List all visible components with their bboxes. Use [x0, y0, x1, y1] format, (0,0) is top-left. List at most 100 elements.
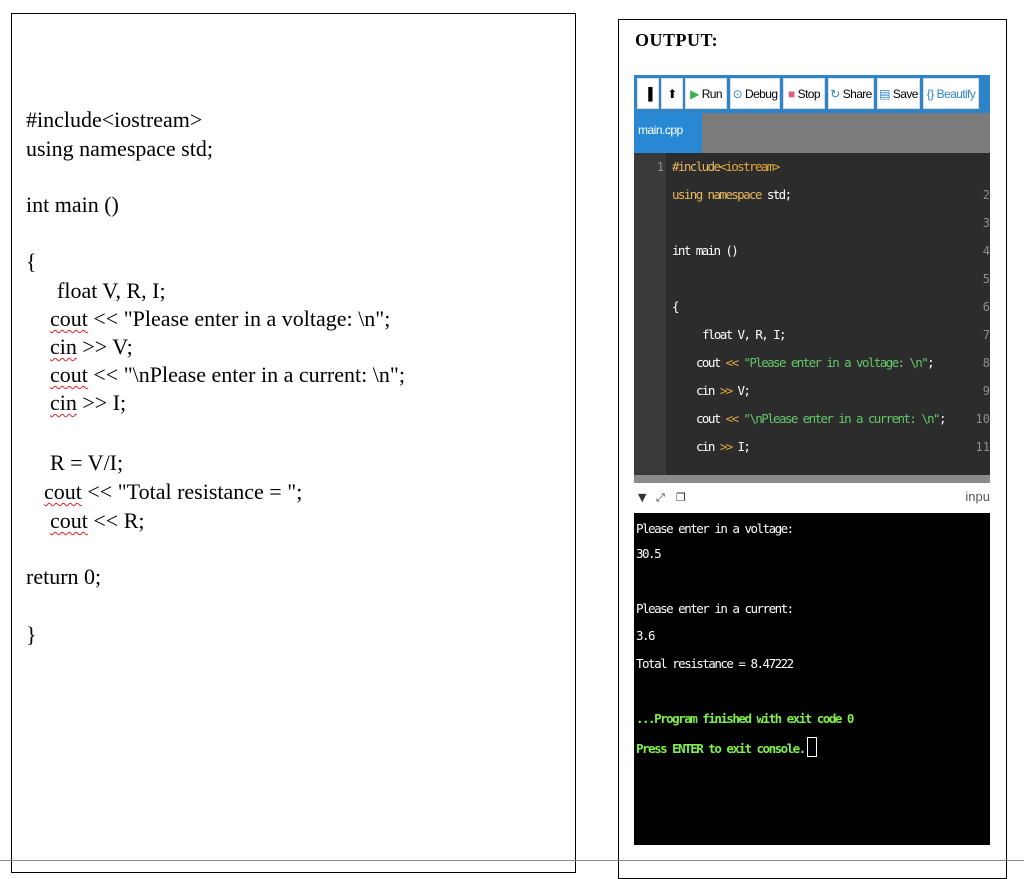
editor-line: 7 float V, R, I;	[634, 321, 990, 349]
editor-line: 2 using namespace std;	[634, 181, 990, 209]
code-string: "Please enter in a voltage: \n"	[737, 355, 928, 370]
line-number: 10	[975, 412, 990, 426]
code-line-cout-current: cout << "\nPlease enter in a current: \n…	[50, 362, 405, 387]
save-label: Save	[892, 86, 919, 101]
line-number: 4	[982, 244, 990, 258]
line-number: 2	[982, 188, 990, 202]
code-text: cin	[696, 383, 720, 398]
editor-line: 1 #include<iostream>	[634, 153, 990, 181]
code-editor[interactable]: 1 #include<iostream> 2 using namespace s…	[634, 153, 990, 479]
spellcheck-token: cout	[50, 508, 88, 533]
copy-icon[interactable]: ❐	[676, 491, 686, 504]
editor-line: 11 cin >> I;	[634, 433, 990, 461]
console-voltage-value: 30.5	[636, 546, 662, 561]
online-ide-screenshot: ▐ ⬆ ▶ Run ⊙ Debug ■ Stop ↻ Share ▤ Save …	[634, 75, 990, 845]
editor-line: 4 int main ()	[634, 237, 990, 265]
page-bottom-rule	[0, 860, 1024, 861]
editor-line: 9 cin >> V;	[634, 377, 990, 405]
stop-button[interactable]: ■ Stop	[783, 78, 825, 109]
spellcheck-token: cin	[50, 390, 77, 415]
code-text: std;	[760, 187, 792, 202]
code-operator: >>	[719, 383, 733, 398]
stop-label: Stop	[797, 86, 821, 101]
editor-line: 6 {	[634, 293, 990, 321]
code-header: <iostream>	[719, 159, 780, 174]
stop-icon: ■	[788, 86, 795, 101]
console-finished: ...Program finished with exit code 0	[636, 711, 854, 726]
code-line-return: return 0;	[26, 564, 102, 589]
console-prompt-voltage: Please enter in a voltage:	[636, 521, 794, 536]
share-button[interactable]: ↻ Share	[828, 78, 874, 109]
line-number: 1	[656, 160, 664, 174]
code-operator: >>	[719, 439, 733, 454]
code-text: ;	[938, 411, 947, 426]
code-line-cout-voltage: cout << "Please enter in a voltage: \n";	[50, 306, 391, 331]
editor-line: 8 cout << "Please enter in a voltage: \n…	[634, 349, 990, 377]
console-exit-prompt: Press ENTER to exit console.	[636, 741, 806, 756]
text-cursor	[806, 737, 817, 757]
new-file-button[interactable]: ▐	[637, 78, 659, 109]
code-line-namespace: using namespace std;	[26, 136, 213, 161]
upload-icon: ⬆	[667, 86, 677, 101]
code-text: cin	[696, 439, 720, 454]
code-line-declare: float V, R, I;	[57, 278, 166, 303]
ide-toolbar: ▐ ⬆ ▶ Run ⊙ Debug ■ Stop ↻ Share ▤ Save …	[634, 75, 990, 113]
code-line-include: #include<iostream>	[26, 107, 203, 132]
spellcheck-token: cout	[50, 362, 88, 387]
debug-label: Debug	[745, 86, 778, 101]
console-result: Total resistance = 8.47222	[636, 656, 794, 671]
console-prompt-current: Please enter in a current:	[636, 601, 794, 616]
output-panel: OUTPUT: ▐ ⬆ ▶ Run ⊙ Debug ■ Stop ↻ Share…	[618, 19, 1007, 879]
code-text: int main ()	[672, 243, 739, 258]
debug-button[interactable]: ⊙ Debug	[730, 78, 780, 109]
console-exit-line: Press ENTER to exit console.	[636, 737, 817, 759]
save-button[interactable]: ▤ Save	[877, 78, 920, 109]
code-operator: <<	[725, 411, 739, 426]
upload-button[interactable]: ⬆	[661, 78, 683, 109]
code-text: V;	[731, 383, 750, 398]
play-icon: ▶	[690, 86, 699, 101]
line-number: 8	[982, 356, 990, 370]
line-number: 5	[982, 272, 990, 286]
console-current-value: 3.6	[636, 628, 656, 643]
code-text: cout	[696, 355, 726, 370]
save-icon: ▤	[879, 86, 890, 101]
editor-line: 5	[634, 265, 990, 293]
code-operator: <<	[725, 355, 739, 370]
spellcheck-token: cout	[44, 479, 82, 504]
tab-main-cpp[interactable]: main.cpp	[634, 113, 702, 153]
code-line-open-brace: {	[26, 249, 37, 274]
editor-line: 3	[634, 209, 990, 237]
code-keyword: #include	[672, 159, 721, 174]
share-label: Share	[842, 86, 873, 101]
line-number: 9	[982, 384, 990, 398]
chevron-down-icon[interactable]: ▼	[638, 491, 646, 504]
code-line-compute: R = V/I;	[50, 450, 124, 475]
console-header: ▼ ⤢ ❐ inpu	[634, 483, 990, 513]
run-label: Run	[701, 86, 723, 101]
code-line-cin-voltage: cin >> V;	[50, 334, 133, 359]
expand-icon[interactable]: ⤢	[656, 491, 665, 505]
run-button[interactable]: ▶ Run	[685, 78, 727, 109]
code-string: "\nPlease enter in a current: \n"	[737, 411, 940, 426]
spellcheck-token: cout	[50, 306, 88, 331]
code-line-cout-total: cout << "Total resistance = ";	[44, 479, 303, 504]
beautify-label: Beautify	[936, 86, 976, 101]
code-line-cout-r: cout << R;	[50, 508, 145, 533]
editor-scrollbar[interactable]	[634, 475, 990, 483]
code-line-main: int main ()	[26, 192, 119, 217]
code-text: ;	[927, 355, 935, 370]
debug-icon: ⊙	[732, 86, 743, 101]
console-output[interactable]: Please enter in a voltage: 30.5 Please e…	[634, 513, 990, 845]
share-icon: ↻	[830, 86, 840, 101]
spellcheck-token: cin	[50, 334, 77, 359]
code-line-close-brace: }	[26, 622, 37, 647]
braces-icon: {}	[926, 86, 934, 101]
code-text: float V, R, I;	[702, 327, 787, 342]
console-input-tab[interactable]: inpu	[965, 489, 990, 504]
beautify-button[interactable]: {} Beautify	[923, 78, 979, 109]
code-text: {	[672, 299, 680, 314]
file-icon: ▐	[644, 86, 652, 101]
line-number: 6	[982, 300, 990, 314]
line-number: 7	[982, 328, 990, 342]
